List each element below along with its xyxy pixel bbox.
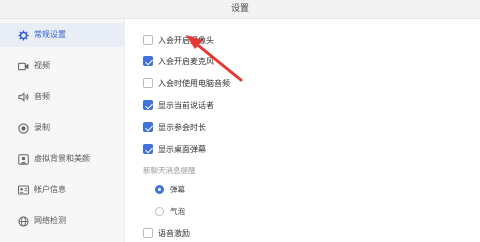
- window-title-bar: 设置: [0, 0, 480, 19]
- option-label: 显示桌面弹幕: [158, 144, 206, 154]
- network-icon: [17, 215, 29, 227]
- gear-icon: [17, 29, 29, 41]
- radio-label: 气泡: [170, 206, 185, 216]
- checkbox-checked[interactable]: [143, 144, 153, 154]
- checkbox-checked[interactable]: [143, 122, 153, 132]
- sidebar-item-label: 网络检测: [34, 216, 66, 225]
- settings-sidebar: 常规设置 视频 音频 录制 虚拟背景和美颜 帐户信息 网络检测: [0, 19, 125, 242]
- sidebar-item-virtual-background[interactable]: 虚拟背景和美颜: [0, 147, 124, 171]
- option-label: 入会时使用电脑音频: [158, 78, 230, 88]
- checkbox[interactable]: [143, 228, 153, 238]
- radio-button[interactable]: [155, 206, 164, 216]
- window-title: 设置: [230, 4, 249, 14]
- option-voice-motivation[interactable]: 语音激励: [125, 225, 190, 241]
- option-show-speaker[interactable]: 显示当前说话者: [125, 97, 214, 113]
- checkbox[interactable]: [143, 35, 153, 45]
- option-label: 入会开启麦克风: [158, 56, 214, 66]
- option-label: 语音激励: [158, 228, 190, 238]
- option-label: 显示参会时长: [158, 122, 206, 132]
- sidebar-item-video[interactable]: 视频: [0, 54, 124, 78]
- radio-label: 弹幕: [170, 184, 185, 194]
- option-show-duration[interactable]: 显示参会时长: [125, 119, 206, 135]
- audio-icon: [17, 91, 29, 103]
- record-icon: [17, 122, 29, 134]
- sidebar-item-general[interactable]: 常规设置: [0, 23, 124, 47]
- chat-reminder-label: 新聊天消息提醒: [143, 166, 196, 175]
- radio-bullet[interactable]: 弹幕: [125, 181, 185, 197]
- option-camera-on-join[interactable]: 入会开启摄像头: [125, 32, 214, 48]
- sidebar-item-label: 音频: [34, 92, 50, 101]
- virtual-background-icon: [17, 153, 29, 165]
- sidebar-item-label: 帐户信息: [34, 185, 66, 194]
- sidebar-item-account[interactable]: 帐户信息: [0, 178, 124, 202]
- sidebar-item-network[interactable]: 网络检测: [0, 209, 124, 233]
- sidebar-item-label: 常规设置: [34, 30, 66, 39]
- option-mic-on-join[interactable]: 入会开启麦克风: [125, 53, 214, 69]
- account-icon: [17, 184, 29, 196]
- settings-panel: 入会开启摄像头 入会开启麦克风 入会时使用电脑音频 显示当前说话者 显示参会时长…: [125, 19, 480, 242]
- checkbox-checked[interactable]: [143, 100, 153, 110]
- option-label: 入会开启摄像头: [158, 35, 214, 45]
- video-icon: [17, 60, 29, 72]
- option-computer-audio[interactable]: 入会时使用电脑音频: [125, 75, 230, 91]
- radio-button-selected[interactable]: [155, 184, 164, 194]
- sidebar-item-label: 虚拟背景和美颜: [34, 154, 90, 163]
- checkbox-checked[interactable]: [143, 56, 153, 66]
- option-label: 显示当前说话者: [158, 100, 214, 110]
- sidebar-item-label: 录制: [34, 123, 50, 132]
- sidebar-item-label: 视频: [34, 61, 50, 70]
- radio-bubble[interactable]: 气泡: [125, 203, 185, 219]
- checkbox[interactable]: [143, 78, 153, 88]
- sidebar-item-record[interactable]: 录制: [0, 116, 124, 140]
- option-desktop-bullet[interactable]: 显示桌面弹幕: [125, 141, 206, 157]
- sidebar-item-audio[interactable]: 音频: [0, 85, 124, 109]
